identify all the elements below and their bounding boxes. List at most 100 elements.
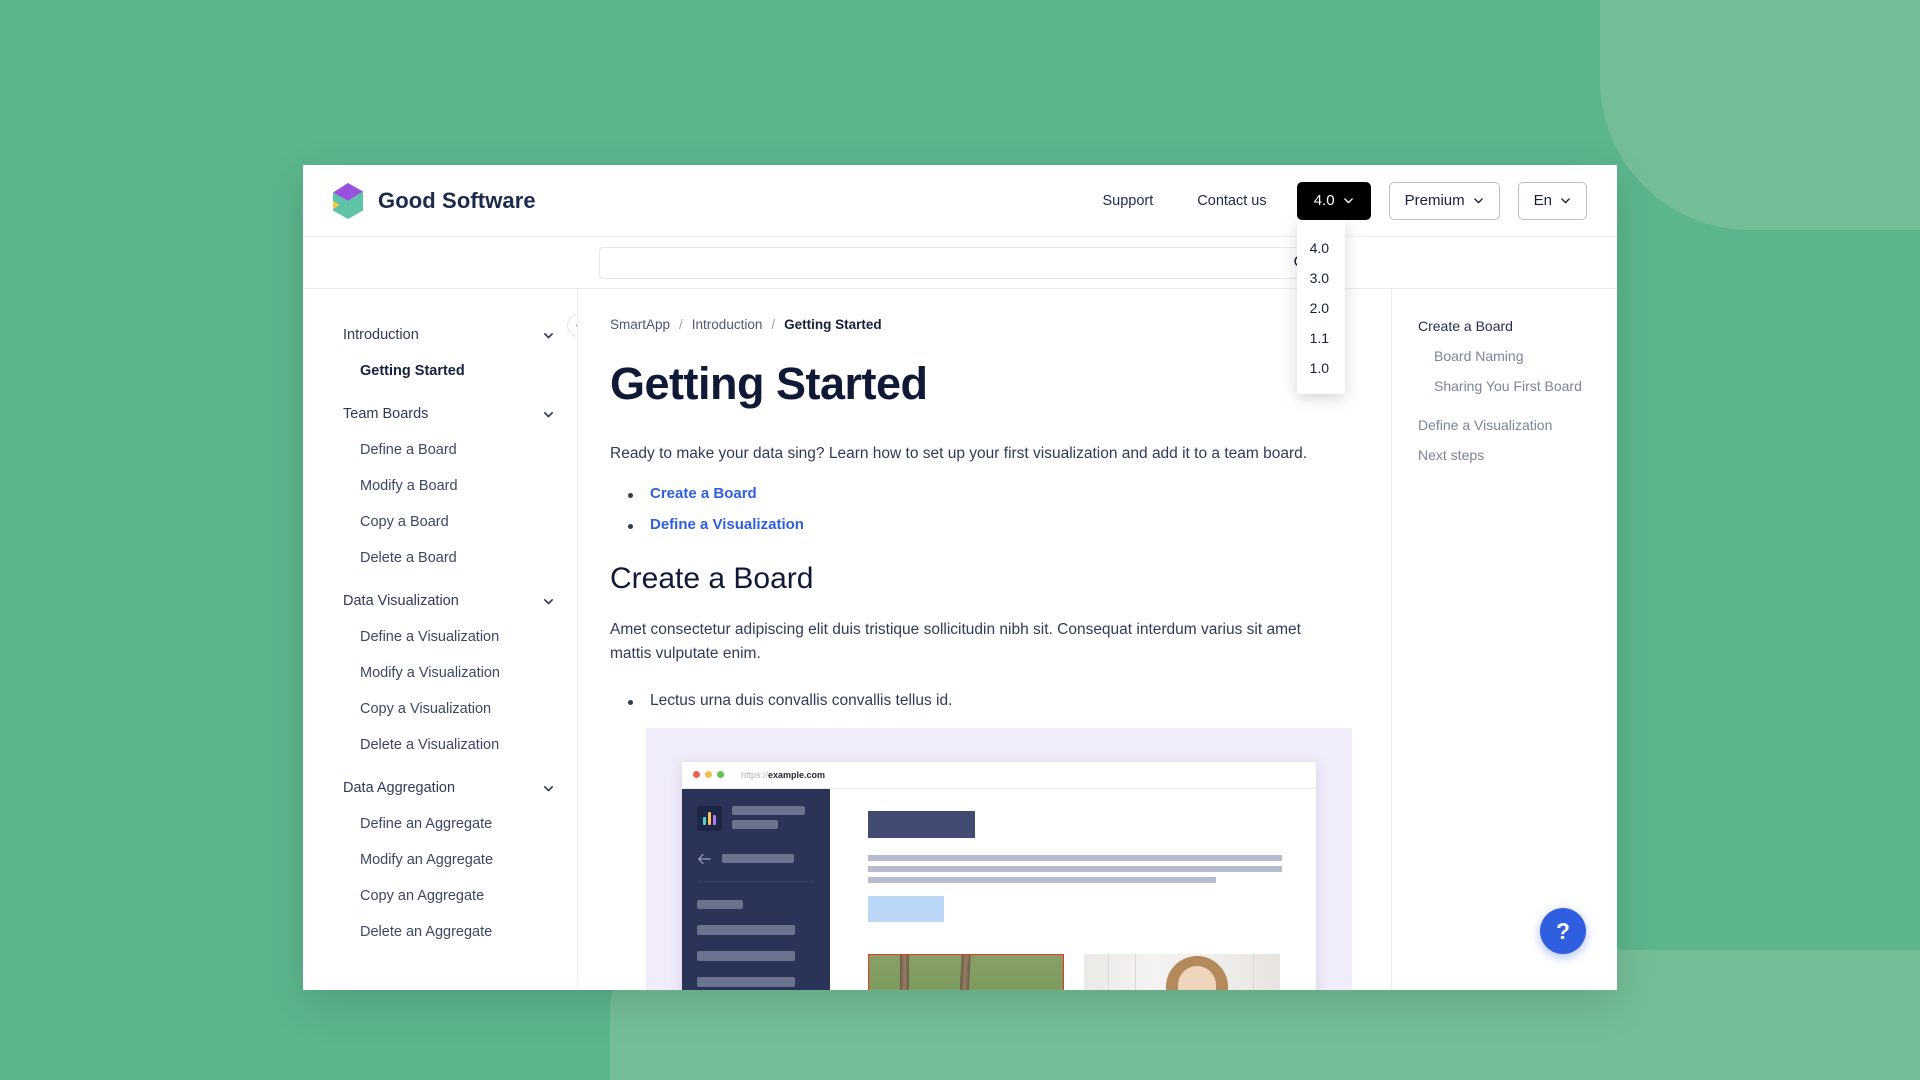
placeholder-line <box>868 876 1216 883</box>
sidebar-item-define-a-visualization[interactable]: Define a Visualization <box>303 619 577 655</box>
mock-app-content <box>830 788 1316 990</box>
mock-browser-urlbar: https://example.com <box>682 761 1316 789</box>
nav-link-contact-us[interactable]: Contact us <box>1175 193 1288 209</box>
version-selector-label: 4.0 <box>1313 192 1335 209</box>
top-header: Good Software Support Contact us 4.0 4.0… <box>303 165 1617 394</box>
placeholder-bar <box>732 805 805 815</box>
url-domain: example.com <box>768 769 826 780</box>
traffic-light-maximize-icon <box>717 771 724 779</box>
version-option[interactable]: 3.0 <box>1297 263 1345 293</box>
sidebar-item-copy-a-board[interactable]: Copy a Board <box>303 504 577 540</box>
placeholder-bar <box>732 819 778 829</box>
figure-browser-mockup: https://example.com <box>646 727 1352 990</box>
quick-links-list: Create a Board Define a Visualization <box>610 485 1345 534</box>
placeholder-line <box>868 865 1282 872</box>
placeholder-bar <box>697 950 795 961</box>
list-item: Lectus urna duis convallis convallis tel… <box>628 692 1345 710</box>
placeholder-cta-button <box>868 895 944 922</box>
sidebar-item-delete-a-visualization[interactable]: Delete a Visualization <box>303 727 577 763</box>
sidebar-group-data-aggregation[interactable]: Data Aggregation <box>303 770 577 806</box>
photo-person-holding-paper <box>1084 953 1280 990</box>
sidebar-item-copy-an-aggregate[interactable]: Copy an Aggregate <box>303 878 577 914</box>
sidebar-item-modify-a-board[interactable]: Modify a Board <box>303 468 577 504</box>
list-item: Define a Visualization <box>628 516 1345 534</box>
sidebar-group-team-boards[interactable]: Team Boards <box>303 396 577 432</box>
sidebar-item-define-an-aggregate[interactable]: Define an Aggregate <box>303 806 577 842</box>
content-columns: Introduction Getting Started Team Boards… <box>303 289 1617 990</box>
placeholder-bar <box>697 899 743 909</box>
mock-photo-grid <box>868 953 1282 990</box>
breadcrumb-item-getting-started: Getting Started <box>784 317 882 332</box>
toc-item-create-a-board[interactable]: Create a Board <box>1418 317 1597 335</box>
cube-logo-icon <box>333 182 363 219</box>
version-option[interactable]: 1.1 <box>1297 323 1345 353</box>
quick-link-create-a-board[interactable]: Create a Board <box>650 485 757 502</box>
nav-link-support[interactable]: Support <box>1081 193 1176 209</box>
toc-item-board-naming[interactable]: Board Naming <box>1418 347 1597 365</box>
mock-app-brand <box>697 805 815 831</box>
chevron-down-icon <box>1561 198 1570 204</box>
sidebar-item-modify-a-visualization[interactable]: Modify a Visualization <box>303 655 577 691</box>
language-selector-label: En <box>1533 192 1552 209</box>
sidebar-item-delete-a-board[interactable]: Delete a Board <box>303 540 577 576</box>
decorative-blob-top-right <box>1600 0 1920 230</box>
traffic-light-close-icon <box>693 771 700 779</box>
brand-name: Good Software <box>378 187 536 213</box>
list-item: Create a Board <box>628 485 1345 503</box>
section-bullet-list: Lectus urna duis convallis convallis tel… <box>610 692 1345 710</box>
quick-link-define-a-visualization[interactable]: Define a Visualization <box>650 516 804 533</box>
page-title: Getting Started <box>610 358 928 409</box>
breadcrumb-item-introduction[interactable]: Introduction <box>692 317 763 332</box>
plan-selector-button[interactable]: Premium <box>1388 181 1500 220</box>
toc-item-define-a-visualization[interactable]: Define a Visualization <box>1418 416 1597 434</box>
mock-browser-window: https://example.com <box>682 761 1316 990</box>
version-option[interactable]: 2.0 <box>1297 293 1345 323</box>
search-box[interactable] <box>599 246 1321 279</box>
app-window: Good Software Support Contact us 4.0 4.0… <box>303 165 1617 990</box>
chevron-down-icon[interactable] <box>542 329 555 342</box>
toc-item-sharing-you-first-board[interactable]: Sharing You First Board <box>1418 377 1597 395</box>
search-input[interactable] <box>610 255 1293 270</box>
toc-item-next-steps[interactable]: Next steps <box>1418 446 1597 464</box>
sidebar-item-define-a-board[interactable]: Define a Board <box>303 432 577 468</box>
sidebar-item-getting-started[interactable]: Getting Started <box>303 353 577 389</box>
sidebar-item-copy-a-visualization[interactable]: Copy a Visualization <box>303 691 577 727</box>
chevron-down-icon[interactable] <box>542 408 555 421</box>
sidebar-group-label: Introduction <box>343 327 419 343</box>
help-button[interactable]: ? <box>1540 908 1586 954</box>
placeholder-bar <box>697 924 795 935</box>
section-title-create-a-board: Create a Board <box>610 561 814 595</box>
header-actions: Support Contact us 4.0 4.0 3.0 2.0 1.1 1… <box>1081 181 1587 394</box>
sidebar-group-introduction[interactable]: Introduction <box>303 317 577 353</box>
placeholder-line <box>868 854 1282 861</box>
sidebar-group-label: Data Visualization <box>343 593 459 609</box>
url-protocol: https:// <box>741 769 769 780</box>
placeholder-heading <box>868 810 975 838</box>
brand[interactable]: Good Software <box>331 182 536 220</box>
photo-hammock-beach <box>868 953 1064 990</box>
sidebar-item-delete-an-aggregate[interactable]: Delete an Aggregate <box>303 914 577 950</box>
sidebar-group-label: Data Aggregation <box>343 780 456 796</box>
version-selector-button[interactable]: 4.0 4.0 3.0 2.0 1.1 1.0 <box>1296 181 1371 394</box>
plan-selector-label: Premium <box>1404 192 1465 209</box>
chevron-down-icon[interactable] <box>542 595 555 608</box>
mock-app-sidebar <box>682 788 830 990</box>
version-option[interactable]: 4.0 <box>1297 233 1345 263</box>
bar-chart-icon <box>697 805 722 831</box>
placeholder-bar <box>697 976 795 987</box>
chevron-down-icon[interactable] <box>542 782 555 795</box>
chevron-down-icon <box>1473 198 1483 204</box>
arrow-left-icon <box>698 853 711 864</box>
sidebar-item-modify-an-aggregate[interactable]: Modify an Aggregate <box>303 842 577 878</box>
breadcrumb-item-smartapp[interactable]: SmartApp <box>610 317 670 332</box>
sidebar-group-data-visualization[interactable]: Data Visualization <box>303 583 577 619</box>
version-dropdown-menu[interactable]: 4.0 3.0 2.0 1.1 1.0 <box>1296 219 1345 394</box>
traffic-light-minimize-icon <box>705 771 712 779</box>
sidebar-group-label: Team Boards <box>343 406 429 422</box>
placeholder-bar <box>722 854 794 864</box>
table-of-contents: Create a Board Board Naming Sharing You … <box>1391 289 1617 990</box>
divider <box>697 880 815 882</box>
version-option[interactable]: 1.0 <box>1297 353 1345 383</box>
breadcrumb-separator: / <box>679 317 683 332</box>
language-selector-button[interactable]: En <box>1517 181 1587 220</box>
